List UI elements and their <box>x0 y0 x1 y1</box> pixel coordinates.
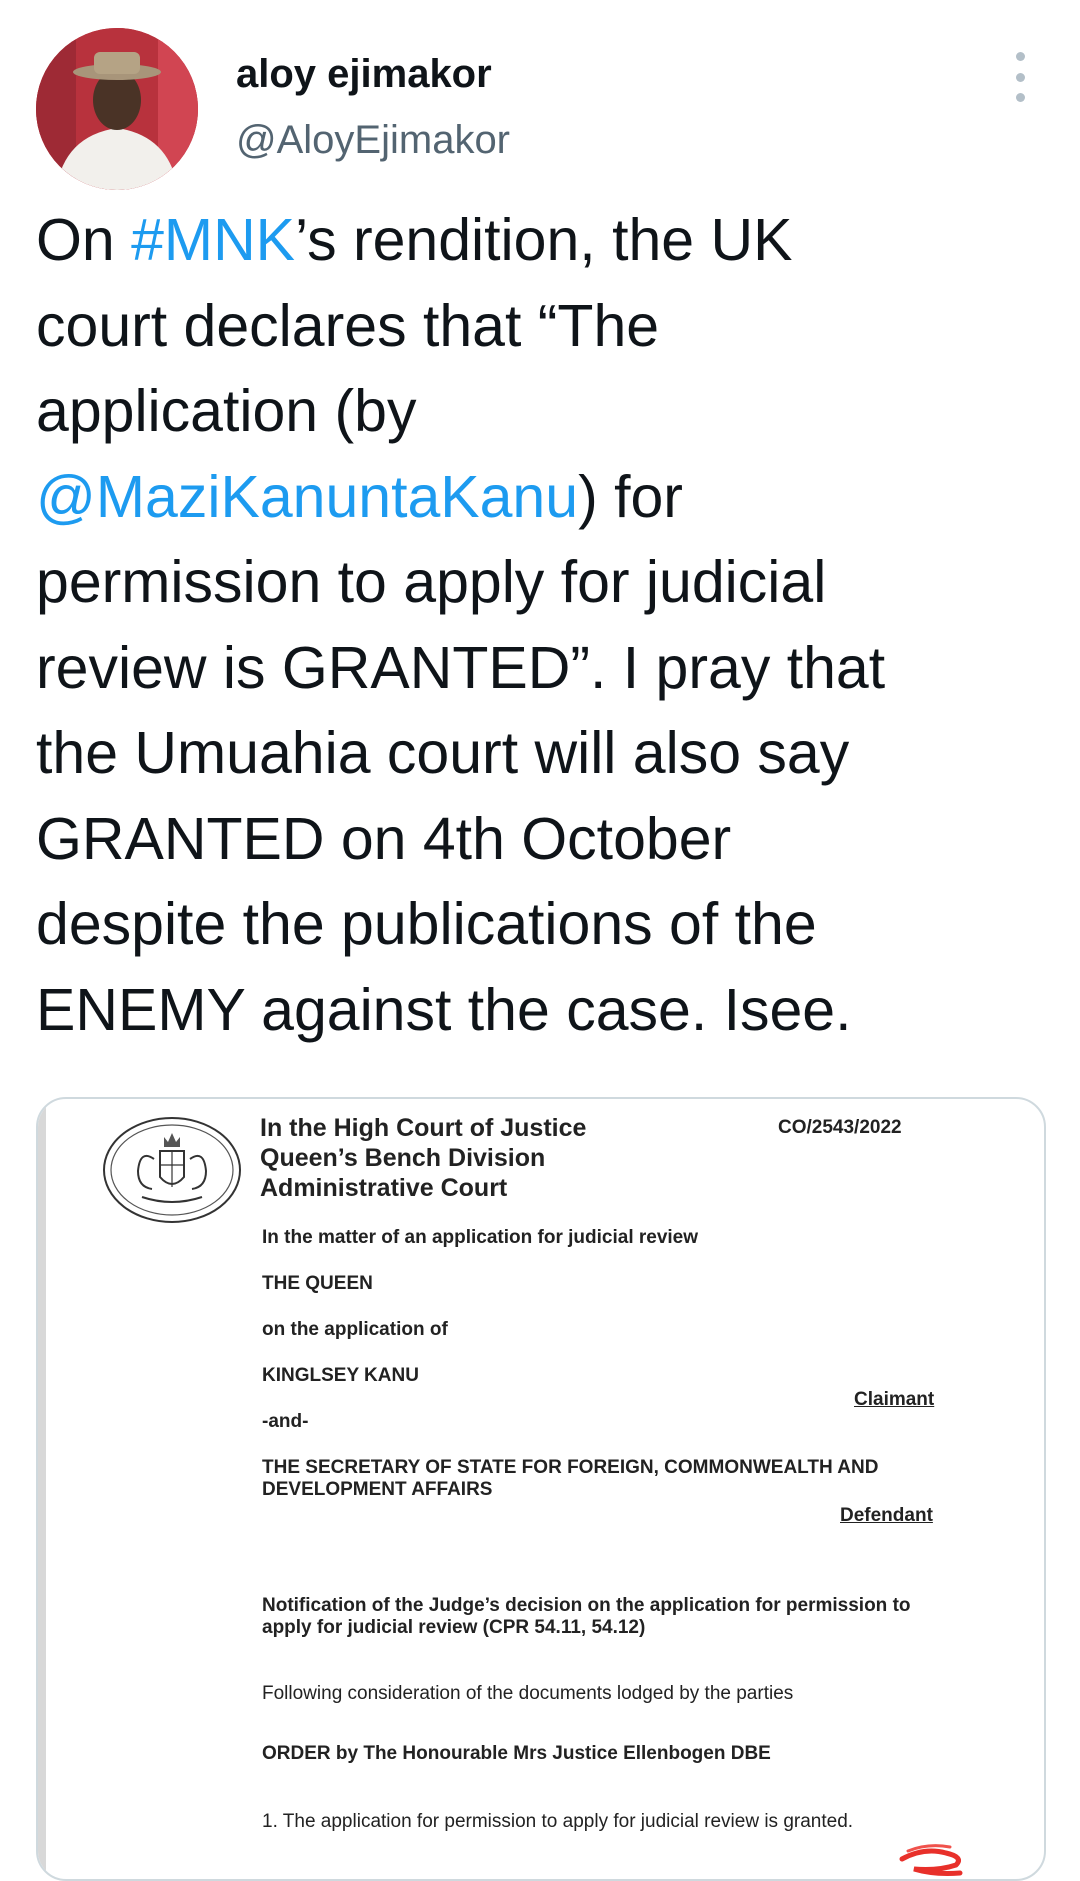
the-queen: THE QUEEN <box>262 1273 373 1294</box>
tweet-line: permission to apply for judicial <box>36 540 1046 626</box>
tweet-text: On #MNK’s rendition, the UK court declare… <box>36 198 1046 1053</box>
document-edge <box>38 1099 46 1879</box>
defendant-label: Defendant <box>840 1505 933 1526</box>
defendant-line-1: THE SECRETARY OF STATE FOR FOREIGN, COMM… <box>262 1457 879 1478</box>
tweet-line: despite the publications of the <box>36 882 1046 968</box>
tweet-text-segment: On <box>36 207 132 273</box>
tweet-text-segment: despite the publications of the <box>36 891 817 957</box>
court-name: In the High Court of Justice Queen’s Ben… <box>260 1114 587 1202</box>
tweet-line: court declares that “The <box>36 284 1046 370</box>
claimant-name: KINGLSEY KANU <box>262 1365 419 1386</box>
hashtag-link[interactable]: #MNK <box>131 207 295 273</box>
tweet-text-segment: court declares that “The <box>36 292 660 359</box>
tweet-line: the Umuahia court will also say <box>36 711 1046 797</box>
tweet-image[interactable]: In the High Court of Justice Queen’s Ben… <box>36 1097 1046 1881</box>
tweet-text-segment: review is GRANTED”. I pray that <box>36 634 886 701</box>
notification-line-1: Notification of the Judge’s decision on … <box>262 1595 911 1616</box>
more-vertical-icon[interactable] <box>1008 52 1032 102</box>
tweet-text-segment: GRANTED on 4th October <box>36 805 732 872</box>
tweet-line: review is GRANTED”. I pray that <box>36 626 1046 712</box>
tweet-text-segment: permission to apply for judicial <box>36 549 827 615</box>
case-number: CO/2543/2022 <box>778 1117 902 1138</box>
order-point-1: 1. The application for permission to app… <box>262 1811 854 1832</box>
red-scribble-mark <box>899 1844 963 1876</box>
mention-link[interactable]: @MaziKanuntaKanu <box>36 464 578 530</box>
tweet-text-segment: ENEMY against the case. Isee. <box>36 976 852 1043</box>
royal-coat-of-arms-icon <box>103 1117 241 1223</box>
tweet-line: application (by <box>36 369 1046 455</box>
avatar[interactable] <box>36 28 198 190</box>
user-handle[interactable]: @AloyEjimakor <box>236 118 510 163</box>
and-line: -and- <box>262 1411 309 1432</box>
avatar-photo <box>36 28 198 190</box>
court-document: In the High Court of Justice Queen’s Ben… <box>38 1099 1044 1879</box>
claimant-label: Claimant <box>854 1389 935 1410</box>
matter-line: In the matter of an application for judi… <box>262 1227 699 1248</box>
tweet-text-segment: application (by <box>36 378 417 444</box>
tweet-line: ENEMY against the case. Isee. <box>36 968 1046 1054</box>
tweet-text-segment: ) for <box>578 463 683 530</box>
on-application-line: on the application of <box>262 1319 448 1340</box>
tweet-text-segment: ’s rendition, the UK <box>295 207 793 273</box>
order-line: ORDER by The Honourable Mrs Justice Elle… <box>262 1743 771 1764</box>
tweet-line: On #MNK’s rendition, the UK <box>36 198 1046 284</box>
display-name[interactable]: aloy ejimakor <box>236 52 492 97</box>
consideration-line: Following consideration of the documents… <box>262 1683 794 1704</box>
tweet-line: @MaziKanuntaKanu) for <box>36 455 1046 541</box>
tweet-line: GRANTED on 4th October <box>36 797 1046 883</box>
tweet-text-segment: the Umuahia court will also say <box>36 720 850 786</box>
notification-line-2: apply for judicial review (CPR 54.11, 54… <box>262 1617 646 1638</box>
defendant-line-2: DEVELOPMENT AFFAIRS <box>262 1479 493 1500</box>
